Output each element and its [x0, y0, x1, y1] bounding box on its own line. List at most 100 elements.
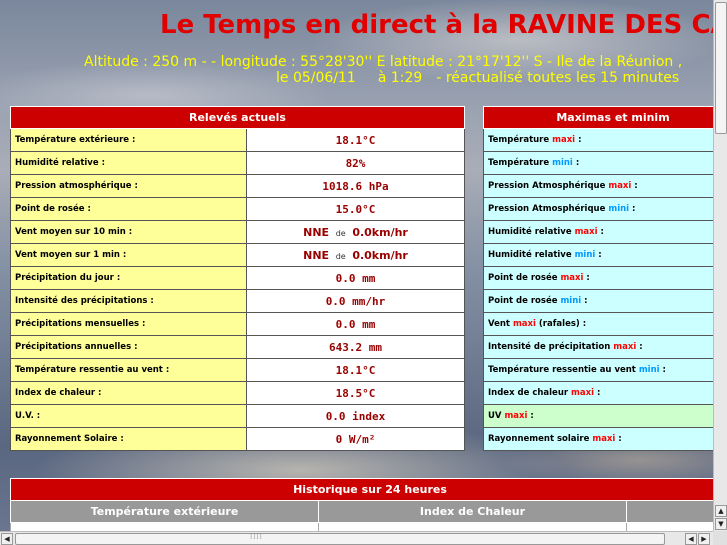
extreme-label-suffix: :	[595, 250, 602, 260]
scroll-down-arrow-icon[interactable]: ▼	[715, 518, 727, 530]
reading-label: Rayonnement Solaire :	[10, 427, 247, 451]
maxi-keyword: maxi	[552, 135, 576, 145]
history-row	[318, 522, 627, 531]
extreme-label-text: Point de rosée	[488, 273, 561, 283]
reading-value: 0 W/m²	[246, 427, 465, 451]
extreme-row: UV maxi :	[483, 404, 713, 428]
reading-label: U.V. :	[10, 404, 247, 428]
wind-de: de	[335, 228, 346, 238]
extreme-label-text: Température	[488, 158, 553, 168]
history-col-temperature: Température extérieure	[10, 500, 319, 523]
extreme-label: Température maxi :	[483, 128, 713, 152]
extreme-label-suffix: :	[636, 342, 643, 352]
vertical-scrollbar[interactable]: ▲ ▼	[713, 0, 727, 531]
page-background: Le Temps en direct à la RAVINE DES CA Al…	[0, 0, 713, 531]
horizontal-scroll-thumb[interactable]	[15, 533, 665, 545]
scroll-left-arrow-icon-2[interactable]: ◀	[685, 533, 697, 545]
refresh-note: - réactualisé toutes les 15 minutes	[436, 70, 680, 86]
extreme-label-text: Intensité de précipitation	[488, 342, 614, 352]
date-label: le 05/06/11	[276, 70, 356, 86]
reading-value: 18.1°C	[246, 128, 465, 152]
wind-speed: 0.0km/hr	[352, 225, 408, 239]
extreme-label: Vent maxi (rafales) :	[483, 312, 713, 336]
reading-label: Index de chaleur :	[10, 381, 247, 405]
extreme-label-text: Vent	[488, 319, 513, 329]
extreme-label-text: Humidité relative	[488, 250, 575, 260]
maxi-keyword: maxi	[504, 411, 528, 421]
extreme-row: Index de chaleur maxi :	[483, 381, 713, 405]
wind-direction: NNE	[303, 225, 330, 239]
reading-label: Vent moyen sur 10 min :	[10, 220, 247, 244]
reading-value: 643.2 mm	[246, 335, 465, 359]
scroll-right-arrow-icon[interactable]: ▶	[698, 533, 710, 545]
location-line: Altitude : 250 m - - longitude : 55°28'3…	[84, 54, 683, 70]
extreme-row: Intensité de précipitation maxi :	[483, 335, 713, 359]
reading-value: 0.0 index	[246, 404, 465, 428]
mini-keyword: mini	[608, 204, 630, 214]
vertical-scroll-thumb[interactable]	[715, 2, 727, 134]
maxi-keyword: maxi	[574, 227, 598, 237]
extreme-label-text: Température ressentie au vent	[488, 365, 639, 375]
maxi-keyword: maxi	[512, 319, 536, 329]
reading-label: Précipitations mensuelles :	[10, 312, 247, 336]
scroll-grip-icon: ⁞⁞⁞⁞	[250, 533, 263, 541]
history-row	[10, 522, 319, 531]
reading-row: Point de rosée :15.0°C	[10, 197, 465, 221]
extreme-label-suffix: :	[575, 135, 582, 145]
reading-label: Température extérieure :	[10, 128, 247, 152]
scroll-left-arrow-icon[interactable]: ◀	[1, 533, 13, 545]
reading-row: Température ressentie au vent :18.1°C	[10, 358, 465, 382]
extreme-label-suffix: (rafales) :	[535, 319, 587, 329]
history-title: Historique sur 24 heures	[10, 478, 713, 501]
reading-value: 1018.6 hPa	[246, 174, 465, 198]
reading-label: Pression atmosphérique :	[10, 174, 247, 198]
extreme-label-text: Rayonnement solaire	[488, 434, 593, 444]
extreme-row: Point de rosée maxi :	[483, 266, 713, 290]
scroll-up-arrow-icon[interactable]: ▲	[715, 505, 727, 517]
extreme-row: Vent maxi (rafales) :	[483, 312, 713, 336]
reading-value: 0.0 mm	[246, 266, 465, 290]
extremes-title: Maximas et minim	[483, 106, 713, 129]
extreme-label-text: Pression Atmosphérique	[488, 204, 609, 214]
reading-value: 0.0 mm/hr	[246, 289, 465, 313]
current-readings-table: Relevés actuels Température extérieure :…	[10, 106, 465, 451]
page-title: Le Temps en direct à la RAVINE DES CA	[160, 10, 713, 40]
horizontal-scrollbar[interactable]: ◀ ⁞⁞⁞⁞ ◀ ▶	[0, 531, 713, 545]
reading-row: Vent moyen sur 10 min : NNE de 0.0km/hr	[10, 220, 465, 244]
reading-label: Point de rosée :	[10, 197, 247, 221]
extreme-label: Point de rosée mini :	[483, 289, 713, 313]
extreme-label-suffix: :	[629, 204, 636, 214]
reading-value: 18.5°C	[246, 381, 465, 405]
current-readings-title: Relevés actuels	[10, 106, 465, 129]
reading-value: 0.0 mm	[246, 312, 465, 336]
reading-label: Intensité des précipitations :	[10, 289, 247, 313]
extreme-label-text: Humidité relative	[488, 227, 575, 237]
history-col-heat-index: Index de Chaleur	[318, 500, 627, 523]
wind-de: de	[335, 251, 346, 261]
extreme-row: Humidité relative mini :	[483, 243, 713, 267]
scrollbar-corner	[713, 531, 727, 545]
reading-label: Précipitation du jour :	[10, 266, 247, 290]
extreme-row: Humidité relative maxi :	[483, 220, 713, 244]
extreme-label: Température mini :	[483, 151, 713, 175]
time-label: à 1:29	[377, 70, 423, 86]
extreme-label-suffix: :	[594, 388, 601, 398]
wind-direction: NNE	[303, 248, 330, 262]
extreme-label-suffix: :	[631, 181, 638, 191]
extreme-label-suffix: :	[583, 273, 590, 283]
reading-row: Humidité relative :82%	[10, 151, 465, 175]
extreme-label: Pression Atmosphérique maxi :	[483, 174, 713, 198]
reading-row: Pression atmosphérique :1018.6 hPa	[10, 174, 465, 198]
reading-value: 18.1°C	[246, 358, 465, 382]
extremes-table: Maximas et minim Température maxi : Tempé…	[483, 106, 713, 451]
extreme-label-text: UV	[488, 411, 505, 421]
maxi-keyword: maxi	[560, 273, 584, 283]
reading-value: NNE de 0.0km/hr	[246, 220, 465, 244]
history-col-extra	[626, 500, 713, 523]
extreme-label: Pression Atmosphérique mini :	[483, 197, 713, 221]
extreme-row: Point de rosée mini :	[483, 289, 713, 313]
history-row	[626, 522, 713, 531]
extreme-label: Point de rosée maxi :	[483, 266, 713, 290]
extreme-label: Humidité relative mini :	[483, 243, 713, 267]
reading-value: 15.0°C	[246, 197, 465, 221]
